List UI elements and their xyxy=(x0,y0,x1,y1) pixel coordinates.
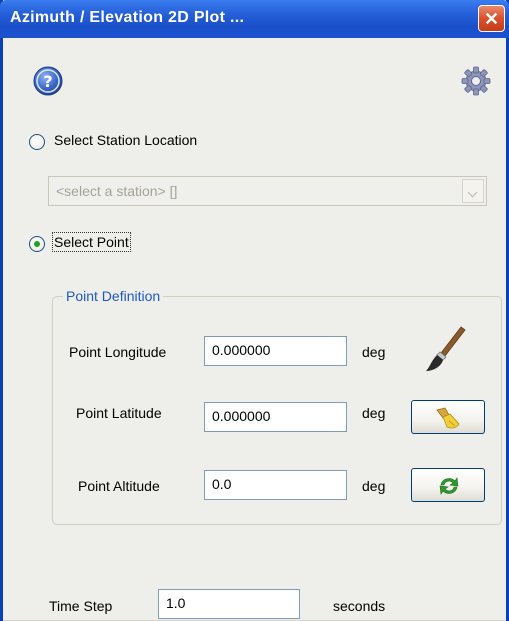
radio-selected-dot xyxy=(34,241,40,247)
clear-button[interactable] xyxy=(411,400,485,434)
point-definition-legend: Point Definition xyxy=(63,288,164,304)
window-title: Azimuth / Elevation 2D Plot ... xyxy=(10,9,245,26)
station-location-label[interactable]: Select Station Location xyxy=(54,132,197,148)
dialog-content: ? Select Station Location <select a stat… xyxy=(3,38,506,621)
altitude-unit: deg xyxy=(362,478,386,494)
time-step-value: 1.0 xyxy=(166,595,186,611)
altitude-value: 0.0 xyxy=(212,476,232,492)
time-step-label: Time Step xyxy=(49,598,113,614)
latitude-value: 0.000000 xyxy=(212,408,271,424)
dialog-window: Azimuth / Elevation 2D Plot ... ✕ ? Sele… xyxy=(0,0,509,621)
longitude-label: Point Longitude xyxy=(69,344,167,360)
longitude-value: 0.000000 xyxy=(212,342,271,358)
latitude-label: Point Latitude xyxy=(76,405,162,421)
station-location-radio[interactable] xyxy=(29,134,45,150)
point-label[interactable]: Select Point xyxy=(52,232,131,252)
paintbrush-icon[interactable] xyxy=(423,325,467,375)
close-button[interactable]: ✕ xyxy=(478,5,505,32)
svg-text:?: ? xyxy=(43,72,52,91)
refresh-button[interactable] xyxy=(411,468,485,502)
gear-icon[interactable] xyxy=(460,65,492,97)
time-step-input[interactable]: 1.0 xyxy=(158,589,300,619)
latitude-input[interactable]: 0.000000 xyxy=(204,402,347,432)
close-icon: ✕ xyxy=(483,8,500,29)
time-step-unit: seconds xyxy=(333,598,386,614)
chevron-down-icon[interactable] xyxy=(462,179,484,203)
latitude-unit: deg xyxy=(362,405,386,421)
altitude-label: Point Altitude xyxy=(78,478,160,494)
station-select-value: <select a station> [] xyxy=(56,183,178,199)
help-icon[interactable]: ? xyxy=(33,66,63,96)
altitude-input[interactable]: 0.0 xyxy=(204,470,347,500)
broom-icon xyxy=(436,407,460,429)
point-radio[interactable] xyxy=(29,236,45,252)
station-select[interactable]: <select a station> [] xyxy=(48,176,487,206)
longitude-unit: deg xyxy=(362,344,386,360)
longitude-input[interactable]: 0.000000 xyxy=(204,336,347,366)
refresh-icon xyxy=(439,477,459,495)
title-bar[interactable]: Azimuth / Elevation 2D Plot ... ✕ xyxy=(0,0,509,38)
